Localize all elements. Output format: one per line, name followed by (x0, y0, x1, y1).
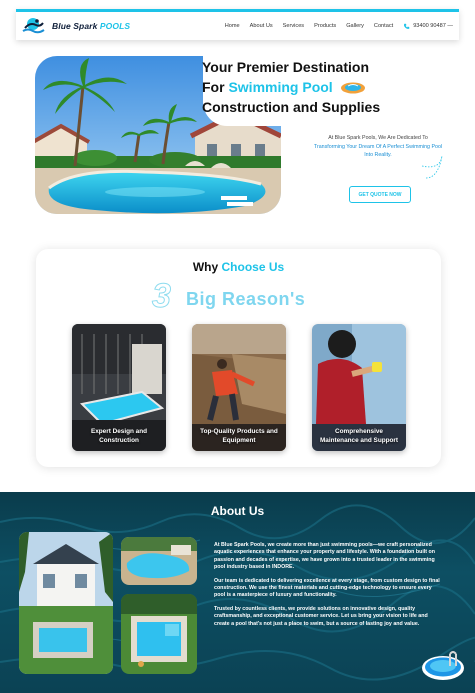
hero-title-line1: Your Premier Destination (202, 59, 370, 75)
reason-label-products: Top-Quality Products and Equipment (200, 428, 278, 444)
top-navbar: Blue Spark POOLS Home About Us Services … (16, 9, 459, 40)
about-backyard-pool-image (121, 594, 197, 674)
about-paragraph-2: Our team is dedicated to delivering exce… (214, 577, 440, 599)
phone-link[interactable]: 93400 90487 — (403, 23, 453, 30)
about-paragraph-1: At Blue Spark Pools, we create more than… (214, 542, 435, 571)
why-title-accent: Choose Us (221, 260, 285, 274)
big-reasons-label: Big Reason's (186, 289, 306, 309)
hero-title-line3: Construction and Supplies (202, 99, 381, 115)
why-title-plain: Why (192, 260, 219, 274)
about-us-section: About Us At Blue Spark Pools, we create … (0, 492, 475, 693)
phone-number: 93400 90487 — (413, 23, 453, 29)
about-us-heading: About Us (210, 504, 265, 518)
get-quote-button[interactable]: GET QUOTE NOW (349, 186, 411, 203)
phone-icon (404, 23, 410, 29)
reason-label-design: Expert Design and Construction (90, 428, 148, 444)
dotted-curve-decoration (421, 155, 443, 179)
logo-swimmer-icon[interactable] (22, 17, 46, 35)
about-us-text: At Blue Spark Pools, we create more than… (214, 542, 440, 634)
about-villa-pool-image (19, 532, 113, 674)
hero-title-for: For (202, 79, 225, 95)
reason-label-maintenance: Comprehensive Maintenance and Support (319, 428, 399, 444)
hero-desc-intro: At Blue Spark Pools, We Are Dedicated To (328, 135, 428, 141)
reason-card-maintenance[interactable]: Comprehensive Maintenance and Support (312, 324, 406, 451)
hero-title-line2: For Swimming Pool (202, 77, 380, 97)
reason-card-design[interactable]: Expert Design and Construction (72, 324, 166, 451)
hero-heading: Your Premier Destination For Swimming Po… (202, 57, 380, 117)
main-menu: Home About Us Services Products Gallery … (215, 23, 453, 30)
floating-pool-badge-icon[interactable] (420, 646, 466, 682)
why-choose-us-heading: Why Choose Us (36, 260, 441, 274)
why-choose-us-card: Why Choose Us 3 Big Reason's Expert Desi… (36, 249, 441, 467)
nav-contact[interactable]: Contact (374, 23, 393, 29)
about-curved-pool-image (121, 537, 197, 585)
nav-home[interactable]: Home (225, 23, 240, 29)
nav-services[interactable]: Services (283, 23, 304, 29)
reason-card-products[interactable]: Top-Quality Products and Equipment (192, 324, 286, 451)
nav-about-us[interactable]: About Us (250, 23, 273, 29)
brand-name-dark: Blue Spark (52, 21, 98, 31)
about-paragraph-3: Trusted by countless clients, we provide… (214, 605, 428, 627)
nav-gallery[interactable]: Gallery (346, 23, 364, 29)
brand-logo-text[interactable]: Blue Spark POOLS (52, 21, 130, 31)
big-number-three: 3 (152, 277, 172, 316)
brand-name-accent: POOLS (99, 21, 131, 31)
hero-title-accent: Swimming Pool (228, 79, 333, 95)
nav-products[interactable]: Products (314, 23, 336, 29)
pool-float-icon (340, 82, 365, 94)
